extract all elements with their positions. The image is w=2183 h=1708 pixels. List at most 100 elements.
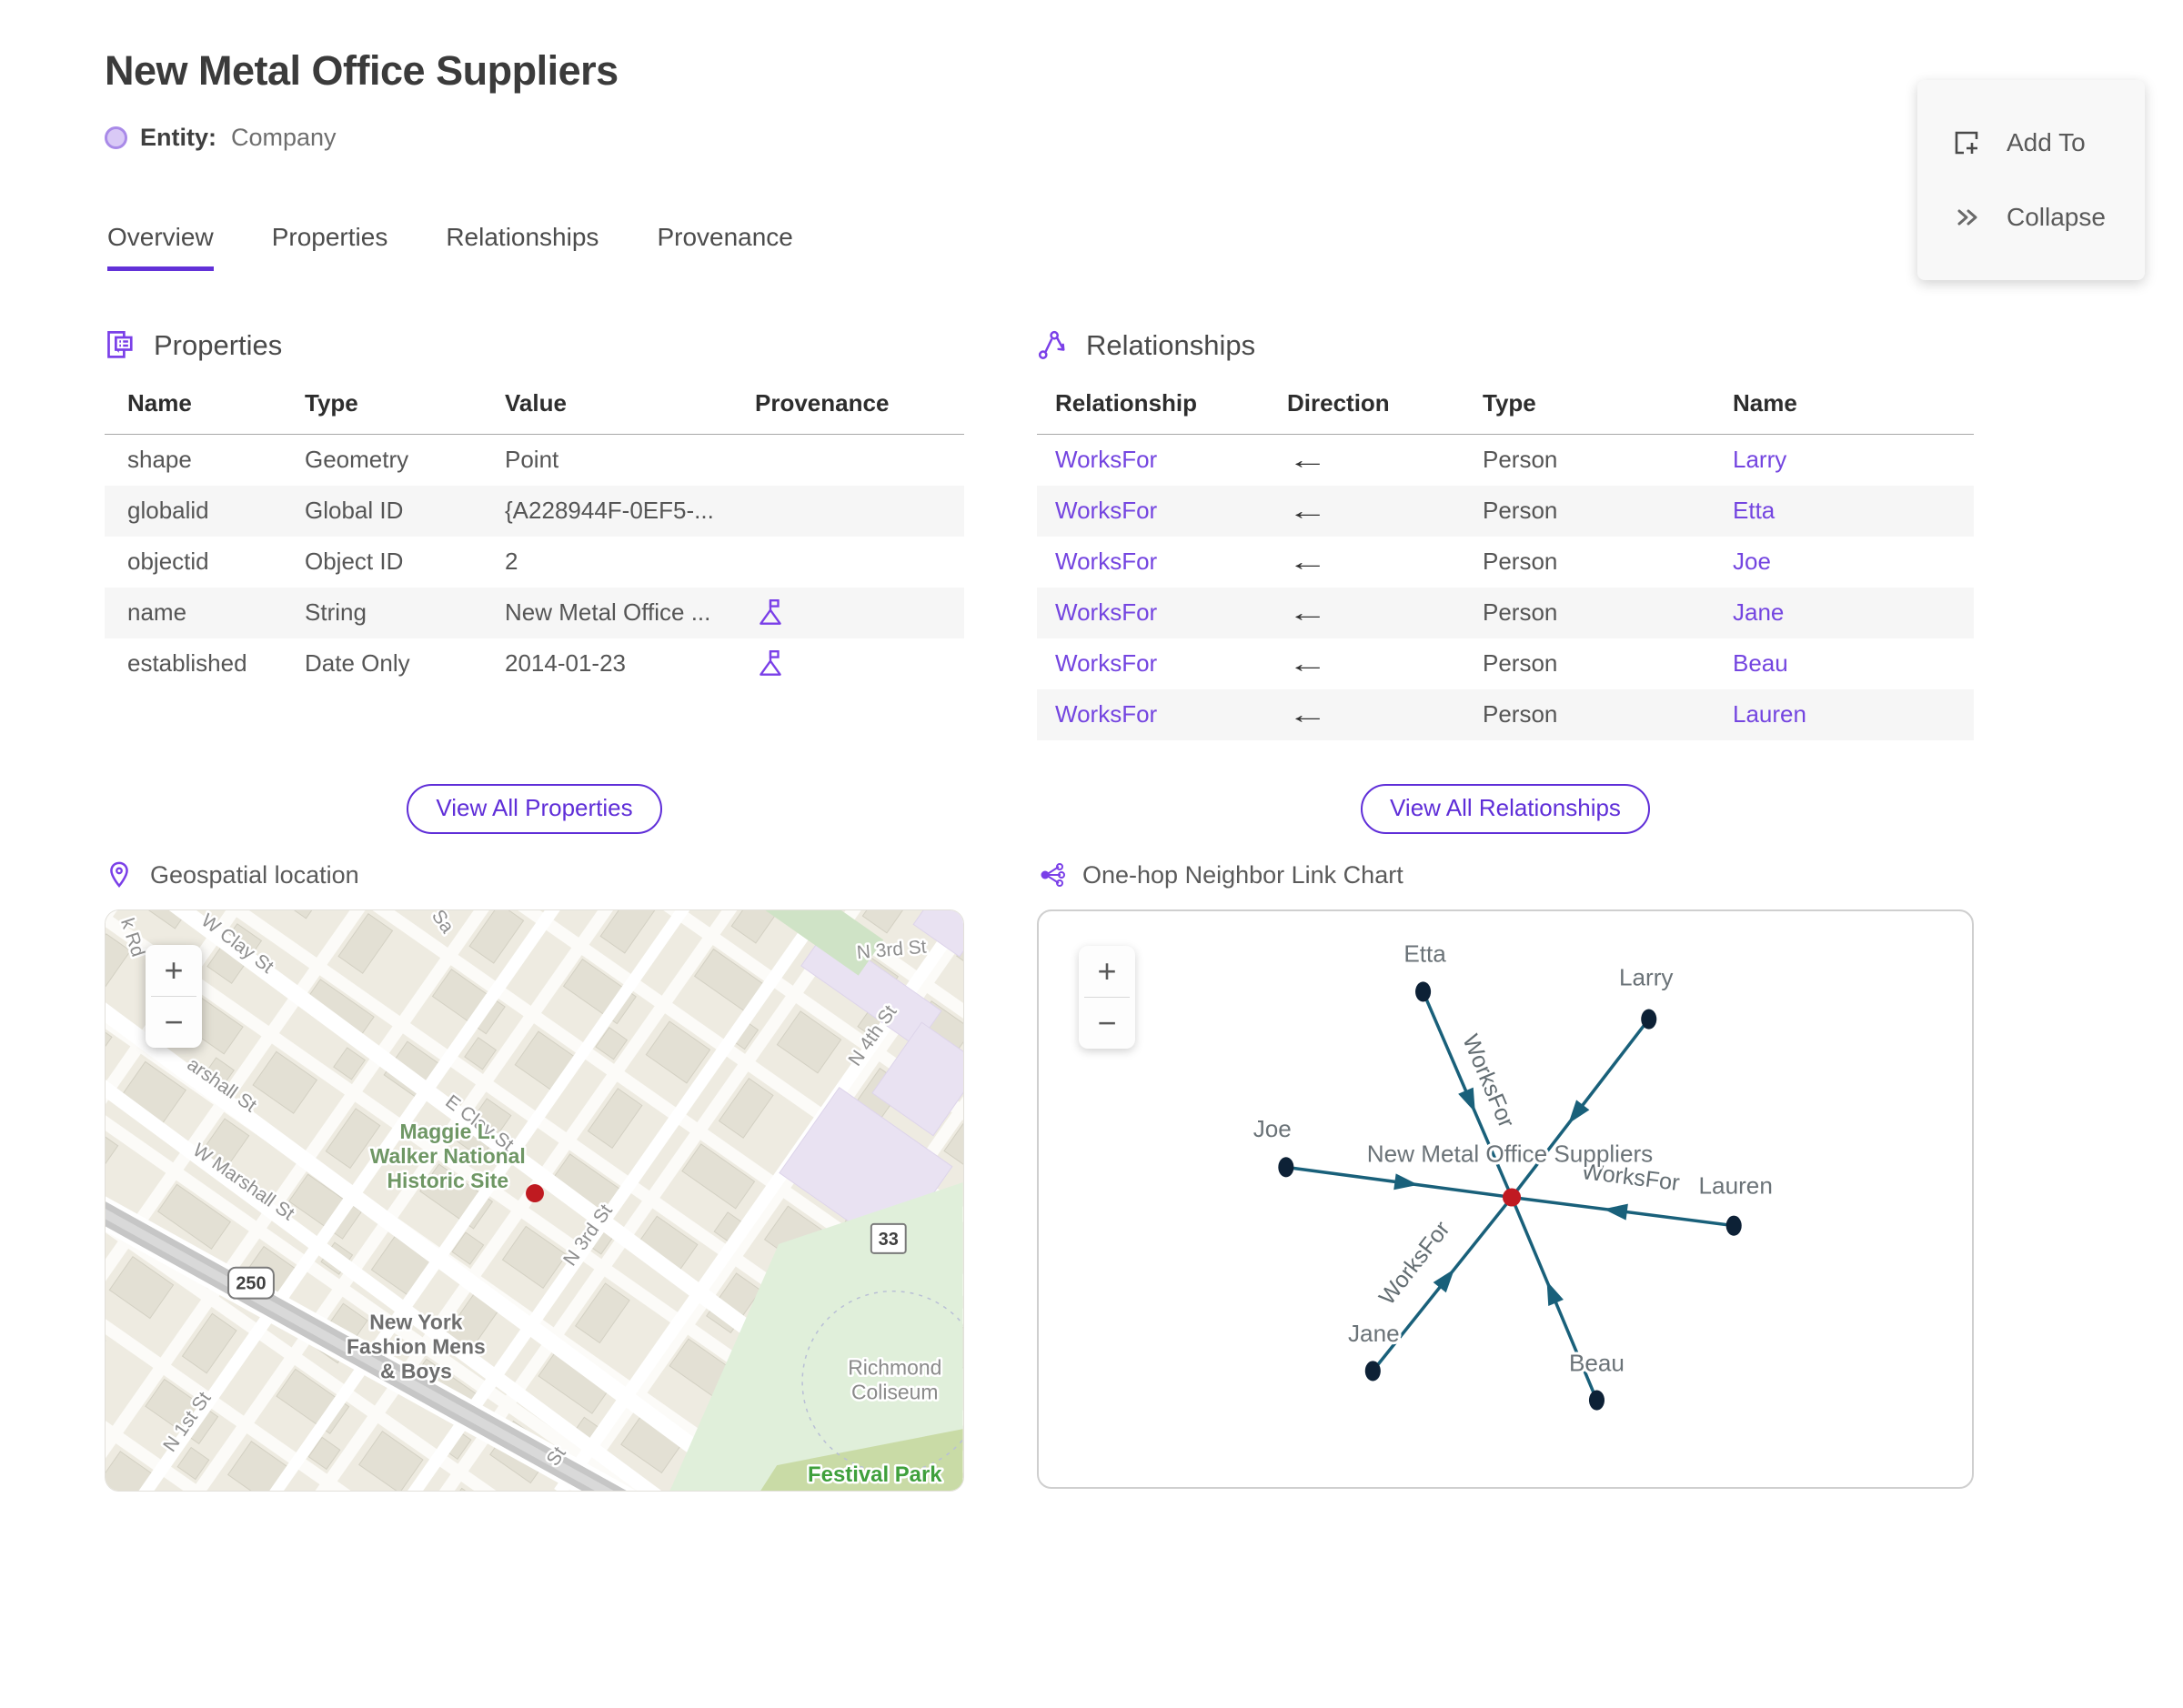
related-entity-link[interactable]: Joe [1733,548,1771,575]
node-label: Lauren [1699,1171,1773,1199]
svg-text:33: 33 [879,1230,899,1250]
graph-arrowhead [1458,1087,1475,1113]
link-chart[interactable]: + − WorksFor WorksFor WorksFor Etta Larry Joe… [1037,909,1974,1489]
property-type: Object ID [305,548,404,575]
graph-arrowhead [1568,1100,1590,1124]
property-row: globalid Global ID {A228944F-0EF5-... [105,485,964,537]
provenance-icon[interactable] [755,648,786,679]
relationships-section-title: Relationships [1086,329,1256,361]
linkchart-section-title: One-hop Neighbor Link Chart [1082,860,1403,889]
place-label: Festival Park [808,1462,942,1487]
column-header: Name [1733,382,1974,435]
geospatial-section-header: Geospatial location [105,840,964,909]
property-row: shape Geometry Point [105,435,964,486]
relationship-row: WorksFor ← Person Lauren [1037,688,1974,740]
person-node[interactable] [1588,1390,1605,1411]
properties-table-wrap: Name Type Value Provenance shape Geometry Poi… [105,382,964,748]
tab-overview[interactable]: Overview [107,223,214,271]
property-row: name String New Metal Office ... [105,587,964,638]
entity-location-marker[interactable] [526,1184,544,1202]
chart-zoom-control: + − [1079,946,1135,1049]
property-name: globalid [127,497,209,524]
provenance-icon[interactable] [755,598,786,628]
relationship-type: Person [1483,446,1558,474]
node-label: Jane [1348,1320,1400,1347]
center-node-label: New Metal Office Suppliers [1367,1140,1653,1167]
geospatial-map[interactable]: + − k Rd W Clay St Sa arshall St W Marshall … [105,909,964,1492]
column-header: Type [1483,382,1733,435]
relationship-row: WorksFor ← Person Jane [1037,587,1974,638]
tab-relationships[interactable]: Relationships [446,223,599,271]
relationship-link[interactable]: WorksFor [1055,497,1157,524]
map-zoom-in-button[interactable]: + [146,945,202,996]
relationship-link[interactable]: WorksFor [1055,548,1157,575]
map-zoom-control: + − [146,945,202,1048]
svg-text:250: 250 [236,1274,266,1294]
relationship-type: Person [1483,598,1558,626]
property-row: objectid Object ID 2 [105,537,964,588]
relationship-type: Person [1483,700,1558,728]
person-node[interactable] [1415,981,1432,1002]
view-all-properties-button[interactable]: View All Properties [407,784,662,834]
tab-provenance[interactable]: Provenance [657,223,792,271]
relationship-link[interactable]: WorksFor [1055,700,1157,728]
basemap-canvas[interactable]: k Rd W Clay St Saarshall StW Marshall StE … [106,910,963,1491]
node-label: Larry [1619,963,1674,990]
node-label: Beau [1569,1349,1625,1376]
view-all-relationships-button[interactable]: View All Relationships [1361,784,1650,834]
person-node[interactable] [1725,1215,1742,1236]
property-name: established [127,649,247,677]
related-entity-link[interactable]: Larry [1733,446,1786,473]
relationship-link[interactable]: WorksFor [1055,649,1157,677]
column-header: Name [105,382,305,435]
column-header: Relationship [1037,382,1287,435]
add-to-button[interactable]: Add To [1917,126,2145,159]
person-node[interactable] [1364,1361,1381,1381]
chart-zoom-out-button[interactable]: − [1079,998,1135,1049]
actions-card: Add To Collapse [1917,80,2145,280]
property-provenance [755,486,964,537]
properties-section-header: Properties [105,309,964,382]
column-header: Type [305,382,505,435]
column-header: Direction [1287,382,1483,435]
relationship-direction: ← [1287,699,1328,728]
node-label: Joe [1253,1115,1292,1142]
relationship-type: Person [1483,497,1558,524]
chevrons-right-icon [1957,209,1977,226]
related-entity-link[interactable]: Lauren [1733,700,1806,728]
relationship-link[interactable]: WorksFor [1055,446,1157,473]
property-provenance [755,435,964,486]
map-zoom-out-button[interactable]: − [146,997,202,1048]
edge-label: WorksFor [1374,1217,1455,1311]
relationship-row: WorksFor ← Person Etta [1037,485,1974,537]
page-title: New Metal Office Suppliers [105,47,619,94]
map-pin-icon [110,861,128,888]
related-entity-link[interactable]: Beau [1733,649,1788,677]
node-label: Etta [1403,939,1446,967]
property-type: String [305,598,367,626]
edge-label: WorksFor [1457,1030,1519,1131]
link-chart-canvas[interactable]: WorksForWorksForWorksForEttaLarryJoeLaur… [1039,911,1972,1487]
add-to-label: Add To [2007,128,2086,156]
person-node[interactable] [1278,1157,1294,1178]
property-provenance [755,537,964,588]
person-node[interactable] [1641,1009,1657,1030]
link-chart-icon [1041,863,1065,887]
collapse-button[interactable]: Collapse [1917,201,2145,234]
geospatial-section-title: Geospatial location [150,860,359,889]
related-entity-link[interactable]: Etta [1733,497,1775,524]
related-entity-link[interactable]: Jane [1733,598,1784,626]
relationship-link[interactable]: WorksFor [1055,598,1157,626]
graph-arrowhead [1603,1203,1628,1221]
add-to-icon [1955,131,1978,155]
center-entity-node[interactable] [1502,1188,1522,1207]
properties-icon [107,331,133,358]
property-name: name [127,598,187,626]
property-name: objectid [127,548,209,575]
property-value: New Metal Office ... [505,598,711,626]
chart-zoom-in-button[interactable]: + [1079,946,1135,997]
entity-type-value: Company [231,124,337,151]
properties-table: Name Type Value Provenance shape Geometry Poi… [105,382,964,689]
tab-properties[interactable]: Properties [272,223,388,271]
property-value: {A228944F-0EF5-... [505,497,714,524]
